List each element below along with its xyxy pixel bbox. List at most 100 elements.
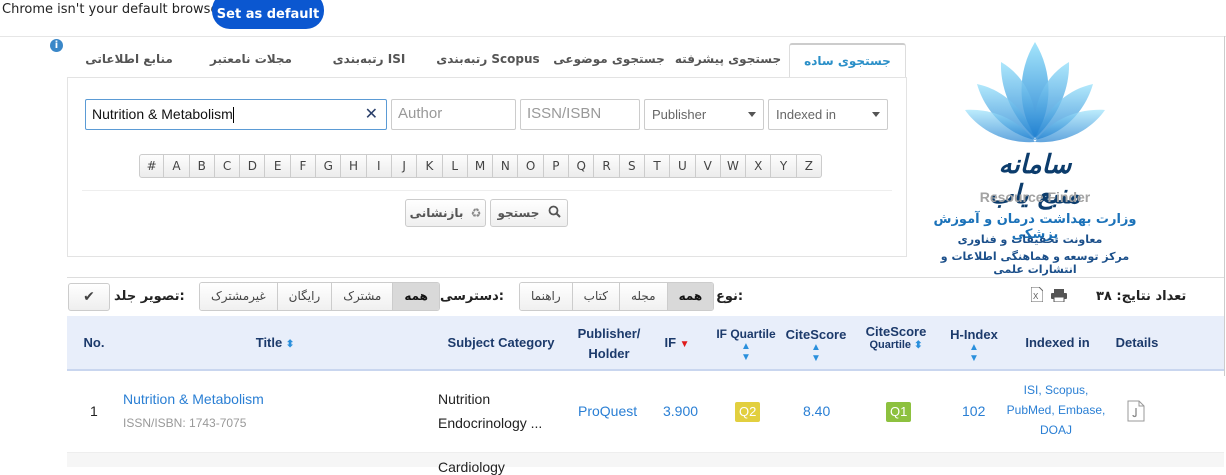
- header-citescore[interactable]: CiteScore ▲ ▼: [783, 327, 849, 364]
- reset-button[interactable]: بازنشانی ♻: [405, 199, 486, 227]
- issn-input[interactable]: ISSN/ISBN: [520, 99, 640, 130]
- if-quartile-badge: Q2: [735, 402, 761, 422]
- tab-scopus-ranking[interactable]: رتبه‌بندی Scopus: [432, 43, 544, 78]
- letter-filter-button[interactable]: T: [644, 154, 671, 178]
- header-if[interactable]: IF ▼: [657, 335, 697, 350]
- sort-icon[interactable]: ▲ ▼: [946, 342, 1002, 364]
- letter-filter-button[interactable]: H: [341, 154, 367, 178]
- letter-filter-button[interactable]: Y: [771, 154, 797, 178]
- letter-filter-button[interactable]: Q: [569, 154, 595, 178]
- chevron-down-icon: [872, 112, 880, 117]
- alphabet-filter: # A B C D E F G H I J K L M N O P Q R S T U V W X Y Z: [139, 154, 823, 178]
- publisher-select[interactable]: Publisher: [644, 99, 764, 130]
- indexed-in-line[interactable]: PubMed, Embase,: [1000, 400, 1112, 420]
- type-option-journal[interactable]: مجله: [618, 283, 667, 310]
- letter-filter-button[interactable]: F: [290, 154, 317, 178]
- header-title-label: Title: [255, 335, 283, 350]
- journal-title-link[interactable]: Nutrition & Metabolism: [123, 391, 264, 407]
- author-input[interactable]: Author: [391, 99, 516, 130]
- org-deputy: معاونت تحقیقات و فناوری: [957, 233, 1103, 246]
- access-filter-group: غیرمشترک رایگان مشترک همه: [199, 282, 440, 311]
- letter-filter-button[interactable]: P: [543, 154, 570, 178]
- letter-filter-button[interactable]: M: [467, 154, 494, 178]
- type-option-guide[interactable]: راهنما: [520, 283, 572, 310]
- set-default-button[interactable]: Set as default: [212, 0, 324, 29]
- access-option-free[interactable]: رایگان: [276, 283, 332, 310]
- search-icon: [548, 201, 561, 227]
- letter-filter-button[interactable]: #: [139, 154, 165, 178]
- letter-filter-button[interactable]: O: [518, 154, 544, 178]
- cover-image-label: تصویر جلد:: [114, 289, 185, 304]
- type-option-all[interactable]: همه: [666, 283, 714, 310]
- indexed-in-line[interactable]: ISI, Scopus,: [1000, 380, 1112, 400]
- indexed-in-select[interactable]: Indexed in: [768, 99, 888, 130]
- tab-invalid-journals[interactable]: مجلات نامعتبر: [202, 43, 300, 78]
- tab-information-sources[interactable]: منابع اطلاعاتی: [82, 43, 176, 78]
- sort-desc-icon[interactable]: ▼: [680, 339, 690, 350]
- letter-filter-button[interactable]: X: [746, 154, 772, 178]
- header-title[interactable]: Title ⬍: [240, 335, 310, 350]
- print-icon[interactable]: [1051, 289, 1067, 302]
- letter-filter-button[interactable]: V: [695, 154, 721, 178]
- tab-simple-search[interactable]: جستجوی ساده: [789, 43, 906, 78]
- letter-filter-button[interactable]: B: [189, 154, 215, 178]
- excel-export-icon[interactable]: X: [1031, 287, 1043, 302]
- divider: [0, 36, 1226, 37]
- infobar-message: Chrome isn't your default browser: [2, 2, 224, 17]
- letter-filter-button[interactable]: N: [493, 154, 519, 178]
- letter-filter-button[interactable]: R: [594, 154, 620, 178]
- type-filter-group: راهنما کتاب مجله همه: [519, 282, 715, 311]
- subject-category-1: Nutrition: [438, 391, 491, 407]
- citescore-value: 8.40: [803, 403, 831, 419]
- letter-filter-button[interactable]: G: [316, 154, 342, 178]
- header-h-index[interactable]: H-Index ▲ ▼: [946, 327, 1002, 364]
- table-row: [67, 453, 1224, 467]
- access-option-all[interactable]: همه: [392, 283, 439, 310]
- publisher-link[interactable]: ProQuest: [578, 403, 637, 419]
- access-option-subscribed[interactable]: مشترک: [331, 283, 393, 310]
- org-center: مرکز توسعه و هماهنگی اطلاعات و انتشارات …: [940, 250, 1130, 276]
- close-icon[interactable]: ✕: [365, 104, 378, 123]
- check-icon: ✔: [83, 289, 95, 305]
- text-cursor: [232, 107, 234, 124]
- citescore-quartile-badge: Q1: [886, 402, 912, 422]
- header-cs-quartile-line1: CiteScore: [865, 324, 927, 339]
- sort-icon[interactable]: ▲ ▼: [783, 342, 849, 364]
- letter-filter-button[interactable]: J: [391, 154, 418, 178]
- header-if-quartile[interactable]: IF Quartile ▲ ▼: [714, 327, 778, 363]
- letter-filter-button[interactable]: L: [442, 154, 468, 178]
- header-citescore-label: CiteScore: [785, 327, 847, 342]
- cover-toggle-button[interactable]: ✔: [68, 283, 110, 311]
- info-icon[interactable]: i: [50, 39, 63, 52]
- title-search-field[interactable]: Nutrition & Metabolism ✕: [85, 99, 387, 130]
- type-option-book[interactable]: کتاب: [571, 283, 619, 310]
- indexed-in-line[interactable]: DOAJ: [1000, 420, 1112, 440]
- sort-icon[interactable]: ▲ ▼: [714, 341, 778, 363]
- title-search-input[interactable]: Nutrition & Metabolism: [92, 106, 234, 124]
- row-number: 1: [90, 403, 98, 419]
- impact-factor: 3.900: [663, 403, 699, 419]
- tab-advanced-search[interactable]: جستجوی پیشرفته: [674, 43, 782, 78]
- header-citescore-quartile[interactable]: CiteScore Quartile ⬍: [860, 324, 932, 351]
- publisher-select-label: Publisher: [652, 107, 707, 122]
- tab-subject-search[interactable]: جستجوی موضوعی: [552, 43, 666, 78]
- letter-filter-button[interactable]: A: [164, 154, 190, 178]
- letter-filter-button[interactable]: S: [619, 154, 645, 178]
- sort-icon[interactable]: ⬍: [286, 339, 294, 350]
- letter-filter-button[interactable]: C: [214, 154, 241, 178]
- search-button[interactable]: جستجو: [490, 199, 568, 227]
- details-document-icon[interactable]: [1127, 400, 1145, 422]
- letter-filter-button[interactable]: Z: [796, 154, 823, 178]
- svg-text:X: X: [1033, 292, 1039, 301]
- letter-filter-button[interactable]: E: [265, 154, 291, 178]
- letter-filter-button[interactable]: I: [366, 154, 392, 178]
- letter-filter-button[interactable]: D: [240, 154, 266, 178]
- access-option-nonsubscribed[interactable]: غیرمشترک: [200, 283, 277, 310]
- letter-filter-button[interactable]: K: [417, 154, 443, 178]
- recycle-icon: ♻: [470, 206, 482, 220]
- letter-filter-button[interactable]: U: [670, 154, 696, 178]
- tab-isi-ranking[interactable]: رتبه‌بندی ISI: [324, 43, 414, 78]
- chevron-down-icon: [748, 112, 756, 117]
- letter-filter-button[interactable]: W: [720, 154, 747, 178]
- header-no: No.: [83, 335, 105, 350]
